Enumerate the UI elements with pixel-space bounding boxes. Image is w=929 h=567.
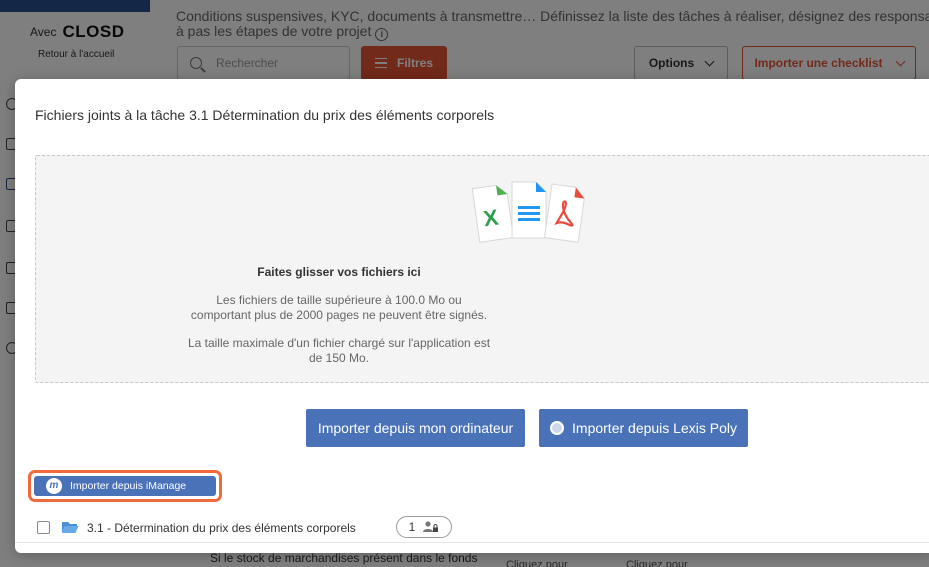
import-from-imanage-button[interactable]: m Importer depuis iManage [34, 476, 216, 496]
lexis-poly-icon [550, 421, 565, 435]
file-types-illustration: X [471, 181, 585, 243]
import-from-lexis-button[interactable]: Importer depuis Lexis Poly [539, 409, 748, 447]
folder-checkbox[interactable] [37, 521, 50, 534]
import-from-computer-button[interactable]: Importer depuis mon ordinateur [306, 409, 525, 447]
excel-file-icon: X [471, 184, 515, 243]
dropzone-text: comportant plus de 2000 pages ne peuvent… [190, 308, 488, 322]
dropzone-text: Les fichiers de taille supérieure à 100.… [216, 293, 462, 307]
folder-open-icon [62, 522, 79, 533]
folder-label: 3.1 - Détermination du prix des éléments… [87, 521, 356, 535]
modal-title: Fichiers joints à la tâche 3.1 Détermina… [35, 107, 495, 123]
imanage-highlight: m Importer depuis iManage [28, 470, 222, 502]
access-count: 1 [408, 520, 416, 534]
file-dropzone[interactable]: X Faites glisser vos fichiers ici Les fi… [35, 155, 929, 383]
dropzone-title: Faites glisser vos fichiers ici [257, 265, 421, 279]
import-from-computer-label: Importer depuis mon ordinateur [317, 420, 514, 436]
dropzone-text: La taille maximale d'un fichier chargé s… [187, 336, 491, 350]
dropzone-text: de 150 Mo. [308, 351, 370, 365]
folder-row[interactable]: 3.1 - Détermination du prix des éléments… [15, 513, 929, 543]
pdf-file-icon [543, 183, 585, 243]
import-from-imanage-label: Importer depuis iManage [70, 480, 187, 492]
attachments-modal: Fichiers joints à la tâche 3.1 Détermina… [15, 79, 929, 553]
document-file-icon [511, 181, 547, 239]
import-from-lexis-label: Importer depuis Lexis Poly [572, 420, 737, 436]
imanage-icon: m [46, 478, 62, 494]
restricted-access-badge[interactable]: 1 [396, 516, 452, 538]
user-lock-icon [423, 521, 439, 532]
